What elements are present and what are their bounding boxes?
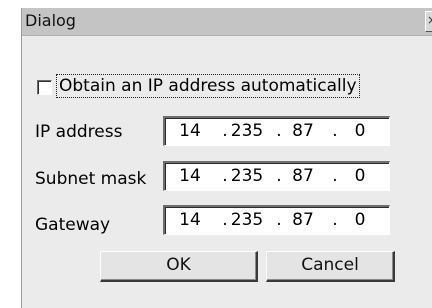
subnet-mask-field[interactable]: 14 . 235 . 87 . 0 — [163, 161, 390, 191]
ip-address-octet-1[interactable]: 14 — [173, 120, 207, 142]
gateway-separator: . — [332, 210, 338, 230]
gateway-octet-2[interactable]: 235 — [230, 209, 264, 231]
gateway-octet-3[interactable]: 87 — [286, 209, 320, 231]
ok-button[interactable]: OK — [100, 251, 258, 282]
ip-address-separator: . — [222, 121, 228, 141]
title-bar[interactable]: Dialog × — [22, 8, 432, 36]
window-title: Dialog — [25, 11, 76, 30]
ip-address-octet-4[interactable]: 0 — [343, 120, 377, 142]
gateway-octet-4[interactable]: 0 — [343, 209, 377, 231]
subnet-mask-octet-4[interactable]: 0 — [343, 165, 377, 187]
subnet-mask-separator: . — [276, 166, 282, 186]
subnet-mask-separator: . — [222, 166, 228, 186]
gateway-octet-1[interactable]: 14 — [173, 209, 207, 231]
close-icon: × — [427, 13, 432, 27]
cancel-button[interactable]: Cancel — [266, 251, 395, 282]
gateway-field[interactable]: 14 . 235 . 87 . 0 — [163, 205, 390, 235]
subnet-mask-octet-2[interactable]: 235 — [230, 165, 264, 187]
ip-address-octet-2[interactable]: 235 — [230, 120, 264, 142]
ip-address-label: IP address — [35, 122, 123, 142]
gateway-label: Gateway — [35, 215, 111, 235]
ip-address-separator: . — [276, 121, 282, 141]
ip-address-octet-3[interactable]: 87 — [286, 120, 320, 142]
subnet-mask-octet-1[interactable]: 14 — [173, 165, 207, 187]
subnet-mask-separator: . — [332, 166, 338, 186]
gateway-separator: . — [276, 210, 282, 230]
ip-address-field[interactable]: 14 . 235 . 87 . 0 — [163, 116, 390, 146]
subnet-mask-label: Subnet mask — [35, 169, 147, 189]
auto-ip-checkbox[interactable] — [37, 80, 52, 95]
gateway-separator: . — [222, 210, 228, 230]
close-button[interactable]: × — [425, 11, 432, 32]
auto-ip-label[interactable]: Obtain an IP address automatically — [56, 74, 360, 98]
ip-address-separator: . — [332, 121, 338, 141]
subnet-mask-octet-3[interactable]: 87 — [286, 165, 320, 187]
